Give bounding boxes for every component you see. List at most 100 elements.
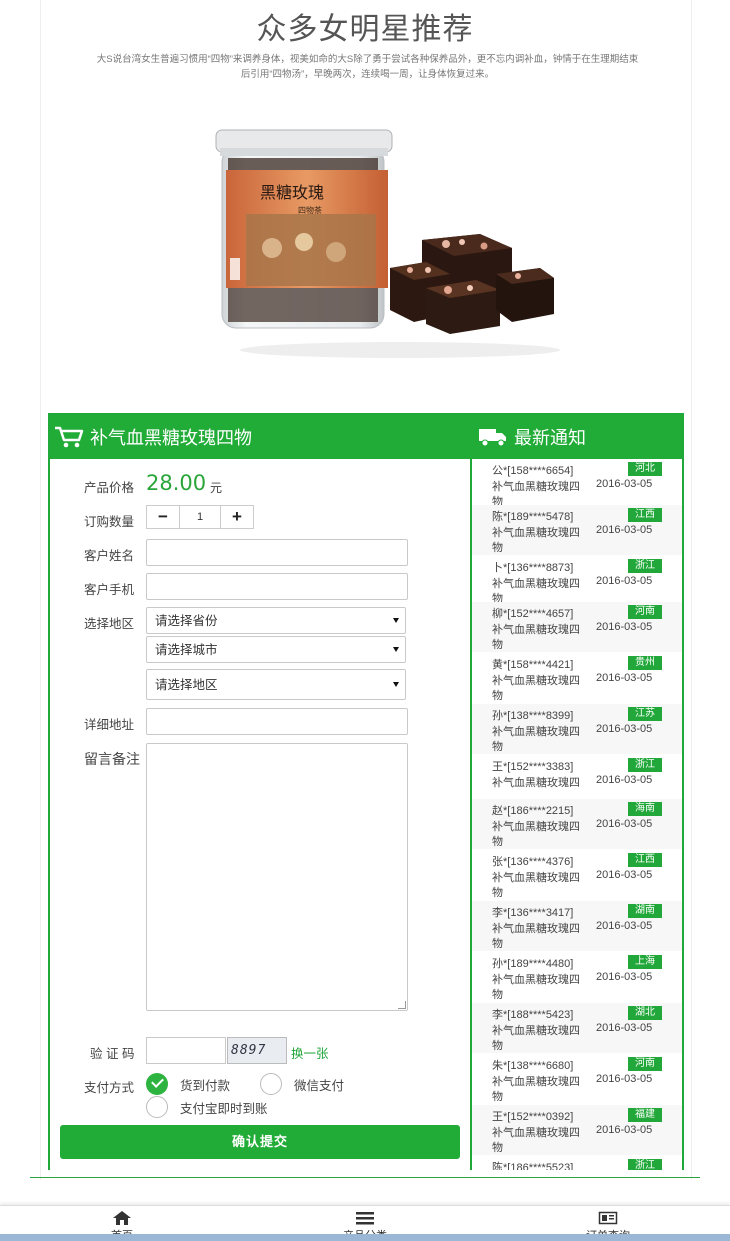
region-badge: 浙江 — [628, 758, 662, 772]
os-taskbar — [0, 1234, 730, 1241]
notice-name: 张*[136****4376] — [492, 856, 574, 868]
notice-product-tail: 物 — [492, 938, 503, 950]
notice-item: 王*[152****0392] 福建 补气血黑糖玫瑰四 2016-03-05 物 — [472, 1105, 682, 1155]
notice-product: 补气血黑糖玫瑰四 — [492, 578, 580, 590]
city-select[interactable]: 请选择城市 — [146, 636, 406, 663]
city-select-text: 请选择城市 — [155, 643, 218, 657]
note-textarea[interactable] — [146, 743, 408, 1011]
notice-product-tail: 物 — [492, 836, 503, 848]
order-list-icon — [598, 1211, 618, 1225]
order-section: 补气血黑糖玫瑰四物 最新通知 产品价格 28.00 元 订购数量 − 1 + 客… — [48, 413, 684, 1170]
notice-product: 补气血黑糖玫瑰四 — [492, 675, 580, 687]
region-badge: 江苏 — [628, 707, 662, 721]
notice-product: 补气血黑糖玫瑰四 — [492, 1076, 580, 1088]
cart-icon — [55, 426, 84, 448]
phone-input[interactable] — [146, 573, 408, 600]
notice-product: 补气血黑糖玫瑰四 — [492, 726, 580, 738]
radio-icon[interactable] — [260, 1073, 282, 1095]
quantity-input[interactable]: 1 — [179, 506, 221, 528]
notice-name: 柳*[152****4657] — [492, 608, 574, 620]
notice-item: 陈*[186****5523] 浙江 — [472, 1156, 682, 1170]
quantity-minus-button[interactable]: − — [147, 506, 179, 528]
notice-product: 补气血黑糖玫瑰四 — [492, 624, 580, 636]
notice-date: 2016-03-05 — [596, 869, 653, 881]
region-badge: 湖北 — [628, 1006, 662, 1020]
notice-product-tail: 物 — [492, 887, 503, 899]
notice-date: 2016-03-05 — [596, 723, 653, 735]
district-select-text: 请选择地区 — [155, 678, 218, 692]
notice-date: 2016-03-05 — [596, 1073, 653, 1085]
notice-date: 2016-03-05 — [596, 920, 653, 932]
note-label: 留言备注 — [84, 751, 140, 767]
notice-date: 2016-03-05 — [596, 575, 653, 587]
radio-checked-icon[interactable] — [146, 1073, 168, 1095]
notice-title-text: 最新通知 — [514, 428, 586, 449]
region-badge: 江西 — [628, 853, 662, 867]
region-badge: 浙江 — [628, 559, 662, 573]
resize-grip-icon[interactable] — [398, 1001, 406, 1009]
payment-label: 支付方式 — [84, 1081, 135, 1095]
order-form: 产品价格 28.00 元 订购数量 − 1 + 客户姓名 客户手机 选择地区 请… — [50, 459, 470, 1170]
region-badge: 浙江 — [628, 1159, 662, 1170]
captcha-input[interactable] — [146, 1037, 226, 1064]
name-input[interactable] — [146, 539, 408, 566]
notice-date: 2016-03-05 — [596, 774, 653, 786]
order-title-text: 补气血黑糖玫瑰四物 — [90, 428, 252, 449]
notice-product-tail: 物 — [492, 639, 503, 651]
notice-item: 孙*[189****4480] 上海补气血黑糖玫瑰四 2016-03-05 物 — [472, 952, 682, 1002]
captcha-image[interactable]: 8897 — [227, 1037, 287, 1064]
notice-name: 孙*[189****4480] — [492, 958, 574, 970]
quantity-plus-button[interactable]: + — [221, 506, 253, 528]
payment-option-wechat[interactable]: 微信支付 — [260, 1073, 344, 1095]
notice-product: 补气血黑糖玫瑰四 — [492, 974, 580, 986]
quantity-stepper: − 1 + — [146, 505, 254, 529]
notice-product-tail: 物 — [492, 1142, 503, 1154]
home-icon — [113, 1211, 131, 1225]
payment-option-cod[interactable]: 货到付款 — [146, 1073, 230, 1095]
notice-name: 朱*[138****6680] — [492, 1060, 574, 1072]
notice-product-tail: 物 — [492, 989, 503, 1001]
radio-icon[interactable] — [146, 1096, 168, 1118]
bottom-rule — [30, 1177, 700, 1178]
address-input[interactable] — [146, 708, 408, 735]
quantity-label: 订购数量 — [84, 515, 135, 529]
province-select-text: 请选择省份 — [155, 614, 218, 628]
notice-name: 陈*[189****5478] — [492, 511, 574, 523]
captcha-refresh-link[interactable]: 换一张 — [291, 1043, 329, 1062]
name-label: 客户姓名 — [84, 549, 135, 563]
notice-name: 王*[152****0392] — [492, 1111, 574, 1123]
notice-name: 孙*[138****8399] — [492, 710, 574, 722]
notice-item: 张*[136****4376] 江西 补气血黑糖玫瑰四 2016-03-05 物 — [472, 850, 682, 900]
region-badge: 上海 — [628, 955, 662, 969]
notice-name: 李*[136****3417] — [492, 907, 574, 919]
notice-product-tail: 物 — [492, 1091, 503, 1103]
order-header: 补气血黑糖玫瑰四物 最新通知 — [50, 415, 682, 459]
payment-option-label: 微信支付 — [294, 1078, 345, 1093]
notice-item: 陈*[189****5478] 江西 补气血黑糖玫瑰四 2016-03-05 物 — [472, 505, 682, 555]
notice-date: 2016-03-05 — [596, 971, 653, 983]
jar-sub-text: 四物茶 — [298, 205, 322, 215]
notice-date: 2016-03-05 — [596, 672, 653, 684]
payment-option-label: 支付宝即时到账 — [180, 1101, 268, 1116]
notice-item: 卜*[136****8873] 浙江 补气血黑糖玫瑰四 2016-03-05 物 — [472, 556, 682, 606]
notice-item: 李*[188****5423] 湖北 补气血黑糖玫瑰四 2016-03-05 物 — [472, 1003, 682, 1053]
notice-date: 2016-03-05 — [596, 1124, 653, 1136]
notice-product-tail: 物 — [492, 1040, 503, 1052]
notice-product: 补气血黑糖玫瑰四 — [492, 1127, 580, 1139]
menu-icon — [356, 1212, 374, 1225]
region-badge: 河北 — [628, 462, 662, 476]
notice-item: 赵*[186****2215] 海南 补气血黑糖玫瑰四 2016-03-05 物 — [472, 799, 682, 849]
submit-button[interactable]: 确认提交 — [60, 1125, 460, 1159]
region-badge: 江西 — [628, 508, 662, 522]
notice-header-title: 最新通知 — [478, 424, 586, 450]
payment-option-alipay[interactable]: 支付宝即时到账 — [146, 1096, 268, 1118]
address-label: 详细地址 — [84, 718, 135, 732]
region-badge: 河南 — [628, 605, 662, 619]
district-select[interactable]: 请选择地区 — [146, 669, 406, 700]
notice-date: 2016-03-05 — [596, 1022, 653, 1034]
province-select[interactable]: 请选择省份 — [146, 607, 406, 634]
notice-date: 2016-03-05 — [596, 818, 653, 830]
notice-list: 公*[158****6654] 河北 补气血黑糖玫瑰四 2016-03-05 物陈*[1… — [472, 459, 682, 1170]
price-value: 28.00 — [146, 471, 207, 495]
notice-item: 柳*[152****4657] 河南 补气血黑糖玫瑰四 2016-03-05 物 — [472, 602, 682, 652]
